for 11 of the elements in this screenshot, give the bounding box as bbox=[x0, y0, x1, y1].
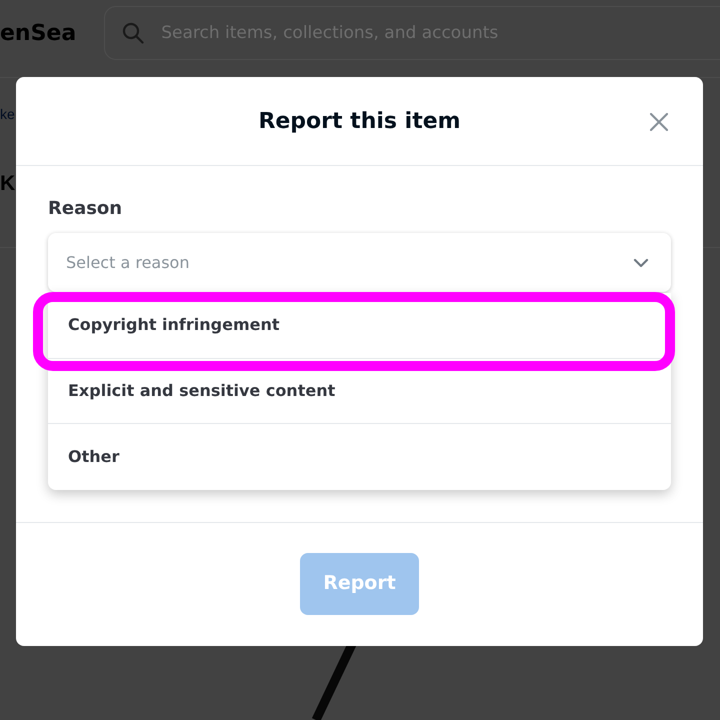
close-button[interactable] bbox=[649, 112, 669, 132]
reason-label: Reason bbox=[48, 200, 122, 218]
reason-option[interactable]: Explicit and sensitive content bbox=[48, 358, 671, 423]
dialog-title: Report this item bbox=[258, 108, 461, 136]
close-icon bbox=[650, 113, 668, 131]
reason-option[interactable]: Copyright infringement bbox=[48, 293, 671, 358]
chevron-down-icon bbox=[633, 258, 649, 268]
logo-text: enSea bbox=[0, 20, 76, 48]
search-icon bbox=[122, 22, 144, 44]
reason-option[interactable]: Other bbox=[48, 424, 671, 490]
page-heading: K bbox=[0, 173, 16, 194]
